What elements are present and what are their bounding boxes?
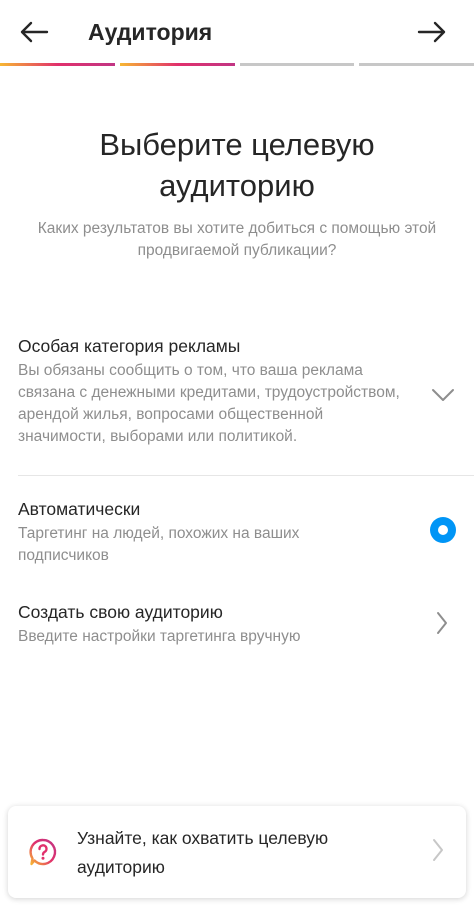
auto-audience-title: Автоматически <box>18 499 141 519</box>
progress-segment-1 <box>0 63 115 66</box>
arrow-right-icon <box>417 21 446 43</box>
headline: Выберите целевую аудиторию <box>0 124 474 206</box>
arrow-left-icon <box>20 21 49 43</box>
question-bubble-icon <box>29 838 57 866</box>
chevron-right-icon <box>433 839 443 861</box>
custom-audience-description: Введите настройки таргетинга вручную <box>18 628 301 645</box>
learn-audience-banner[interactable]: Узнайте, как охватить целевую аудиторию <box>8 806 466 898</box>
custom-audience-title: Создать свою аудиторию <box>18 602 223 622</box>
special-ad-category-description: Вы обязаны сообщить о том, что ваша рекл… <box>18 362 400 445</box>
top-bar: Аудитория <box>0 0 474 64</box>
expand-button[interactable] <box>430 382 456 408</box>
chevron-down-icon <box>432 389 454 401</box>
progress-segment-4 <box>359 63 474 66</box>
auto-audience-description: Таргетинг на людей, похожих на ваших под… <box>18 525 300 564</box>
special-ad-category-title: Особая категория рекламы <box>18 336 241 356</box>
chevron-right-icon <box>437 612 447 634</box>
back-button[interactable] <box>16 14 52 50</box>
page-title: Аудитория <box>88 19 213 45</box>
step-progress-bar <box>0 63 474 66</box>
radio-selected-icon <box>430 517 456 543</box>
banner-text: Узнайте, как охватить целевую аудиторию <box>77 828 329 877</box>
progress-segment-2 <box>119 63 235 66</box>
custom-audience-option[interactable]: Создать свою аудиторию Введите настройки… <box>0 598 474 652</box>
next-button[interactable] <box>414 14 450 50</box>
subtitle: Каких результатов вы хотите добиться с п… <box>37 220 437 259</box>
headline-text: Выберите целевую аудиторию <box>99 127 375 203</box>
auto-audience-option[interactable]: Автоматически Таргетинг на людей, похожи… <box>0 496 474 566</box>
special-ad-category-option[interactable]: Особая категория рекламы Вы обязаны сооб… <box>0 326 474 472</box>
custom-audience-chevron <box>432 610 452 636</box>
progress-segment-3 <box>239 63 355 66</box>
divider <box>18 475 474 476</box>
banner-chevron <box>432 838 444 867</box>
auto-audience-radio[interactable] <box>429 516 457 544</box>
